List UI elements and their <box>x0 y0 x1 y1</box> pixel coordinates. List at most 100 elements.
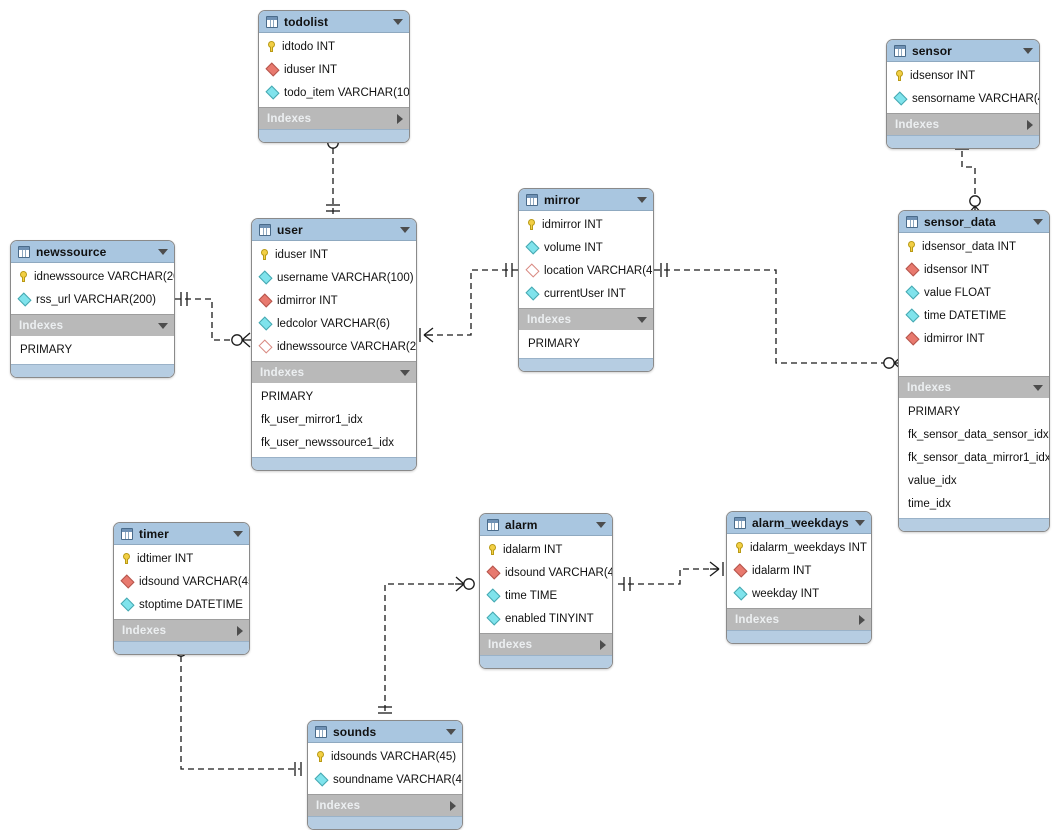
table-header-mirror[interactable]: mirror <box>519 189 653 211</box>
column-row[interactable]: todo_item VARCHAR(100) <box>259 81 409 104</box>
index-row[interactable]: time_idx <box>899 492 1049 515</box>
chevron-down-icon[interactable] <box>1033 384 1043 391</box>
rel-sounds-timer[interactable] <box>173 637 302 776</box>
rel-newssource-user[interactable] <box>175 292 251 348</box>
column-row[interactable]: idsensor INT <box>899 258 1049 281</box>
chevron-down-icon[interactable] <box>637 316 647 323</box>
chevron-down-icon[interactable] <box>1023 47 1033 54</box>
column-row[interactable]: idnewssource VARCHAR(20) <box>11 265 174 288</box>
indexes-section-header-todolist[interactable]: Indexes <box>259 107 409 129</box>
chevron-down-icon[interactable] <box>400 226 410 233</box>
index-row[interactable]: fk_user_newssource1_idx <box>252 431 416 454</box>
table-mirror[interactable]: mirror idmirror INT volume INT location VAR… <box>518 188 654 372</box>
indexes-section-header-timer[interactable]: Indexes <box>114 619 249 641</box>
indexes-section-header-alarm_weekdays[interactable]: Indexes <box>727 608 871 630</box>
chevron-down-icon[interactable] <box>855 519 865 526</box>
rel-alarm-alarm_weekdays[interactable] <box>618 561 724 591</box>
index-row[interactable]: PRIMARY <box>11 338 174 361</box>
chevron-down-icon[interactable] <box>446 728 456 735</box>
chevron-right-icon[interactable] <box>859 614 865 625</box>
table-header-sensor_data[interactable]: sensor_data <box>899 211 1049 233</box>
index-row[interactable]: PRIMARY <box>252 385 416 408</box>
table-sounds[interactable]: sounds idsounds VARCHAR(45) soundname VARC… <box>307 720 463 830</box>
column-row[interactable]: currentUser INT <box>519 282 653 305</box>
column-row[interactable]: volume INT <box>519 236 653 259</box>
chevron-down-icon[interactable] <box>233 530 243 537</box>
table-header-alarm[interactable]: alarm <box>480 514 612 536</box>
table-header-alarm_weekdays[interactable]: alarm_weekdays <box>727 512 871 534</box>
table-alarm_weekdays[interactable]: alarm_weekdays idalarm_weekdays INT idalar… <box>726 511 872 644</box>
rel-mirror-sensor_data[interactable] <box>654 263 903 371</box>
column-row[interactable]: idmirror INT <box>519 213 653 236</box>
chevron-down-icon[interactable] <box>158 322 168 329</box>
eer-diagram-canvas[interactable]: todolist idtodo INT iduser INT todo_item VA… <box>0 0 1061 830</box>
column-row[interactable]: iduser INT <box>252 243 416 266</box>
chevron-right-icon[interactable] <box>1027 119 1033 130</box>
table-newssource[interactable]: newssource idnewssource VARCHAR(20) rss_ur… <box>10 240 175 378</box>
index-row[interactable]: fk_sensor_data_mirror1_idx <box>899 446 1049 469</box>
chevron-right-icon[interactable] <box>450 800 456 811</box>
column-row[interactable]: ledcolor VARCHAR(6) <box>252 312 416 335</box>
column-row[interactable]: location VARCHAR(45) <box>519 259 653 282</box>
indexes-section-header-sensor[interactable]: Indexes <box>887 113 1039 135</box>
indexes-section-header-sensor_data[interactable]: Indexes <box>899 376 1049 398</box>
table-todolist[interactable]: todolist idtodo INT iduser INT todo_item VA… <box>258 10 410 143</box>
index-row[interactable]: PRIMARY <box>519 332 653 355</box>
table-sensor[interactable]: sensor idsensor INT sensorname VARCHAR(45)… <box>886 39 1040 149</box>
table-header-sounds[interactable]: sounds <box>308 721 462 743</box>
index-row[interactable]: fk_user_mirror1_idx <box>252 408 416 431</box>
chevron-down-icon[interactable] <box>393 18 403 25</box>
indexes-section-header-user[interactable]: Indexes <box>252 361 416 383</box>
chevron-down-icon[interactable] <box>400 369 410 376</box>
table-header-user[interactable]: user <box>252 219 416 241</box>
index-row[interactable]: PRIMARY <box>899 400 1049 423</box>
table-alarm[interactable]: alarm idalarm INT idsound VARCHAR(45) time … <box>479 513 613 669</box>
table-user[interactable]: user iduser INT username VARCHAR(100) idmir… <box>251 218 417 471</box>
indexes-section-header-newssource[interactable]: Indexes <box>11 314 174 336</box>
column-row[interactable]: enabled TINYINT <box>480 607 612 630</box>
column-row[interactable]: time TIME <box>480 584 612 607</box>
column-row[interactable]: idalarm_weekdays INT <box>727 536 871 559</box>
chevron-right-icon[interactable] <box>600 639 606 650</box>
column-row[interactable]: idtimer INT <box>114 547 249 570</box>
column-row[interactable]: idsounds VARCHAR(45) <box>308 745 462 768</box>
column-row[interactable]: iduser INT <box>259 58 409 81</box>
indexes-section-header-mirror[interactable]: Indexes <box>519 308 653 330</box>
column-row[interactable]: idsound VARCHAR(45) <box>114 570 249 593</box>
column-row[interactable]: soundname VARCHAR(45) <box>308 768 462 791</box>
column-row[interactable]: value FLOAT <box>899 281 1049 304</box>
column-row[interactable]: idsensor INT <box>887 64 1039 87</box>
index-row[interactable]: fk_sensor_data_sensor_idx <box>899 423 1049 446</box>
column-row[interactable]: rss_url VARCHAR(200) <box>11 288 174 311</box>
column-row[interactable]: idsound VARCHAR(45) <box>480 561 612 584</box>
table-header-timer[interactable]: timer <box>114 523 249 545</box>
column-row[interactable]: weekday INT <box>727 582 871 605</box>
column-row[interactable]: idmirror INT <box>252 289 416 312</box>
column-row[interactable]: idalarm INT <box>727 559 871 582</box>
index-row[interactable]: value_idx <box>899 469 1049 492</box>
column-row[interactable]: idnewssource VARCHAR(20) <box>252 335 416 358</box>
rel-mirror-user[interactable] <box>419 263 518 343</box>
chevron-down-icon[interactable] <box>596 521 606 528</box>
chevron-down-icon[interactable] <box>637 196 647 203</box>
column-row[interactable]: stoptime DATETIME <box>114 593 249 616</box>
table-header-newssource[interactable]: newssource <box>11 241 174 263</box>
column-row[interactable]: sensorname VARCHAR(45) <box>887 87 1039 110</box>
column-row[interactable]: idtodo INT <box>259 35 409 58</box>
column-row[interactable]: idalarm INT <box>480 538 612 561</box>
chevron-down-icon[interactable] <box>158 248 168 255</box>
chevron-right-icon[interactable] <box>397 113 403 124</box>
indexes-section-header-alarm[interactable]: Indexes <box>480 633 612 655</box>
table-timer[interactable]: timer idtimer INT idsound VARCHAR(45) stopt… <box>113 522 250 655</box>
table-sensor_data[interactable]: sensor_data idsensor_data INT idsensor INT… <box>898 210 1050 532</box>
chevron-right-icon[interactable] <box>237 625 243 636</box>
indexes-section-header-sounds[interactable]: Indexes <box>308 794 462 816</box>
table-header-sensor[interactable]: sensor <box>887 40 1039 62</box>
chevron-down-icon[interactable] <box>1033 218 1043 225</box>
table-header-todolist[interactable]: todolist <box>259 11 409 33</box>
rel-sounds-alarm[interactable] <box>378 576 475 714</box>
column-row[interactable]: idmirror INT <box>899 327 1049 350</box>
column-row[interactable]: time DATETIME <box>899 304 1049 327</box>
column-row[interactable]: username VARCHAR(100) <box>252 266 416 289</box>
column-row[interactable]: idsensor_data INT <box>899 235 1049 258</box>
